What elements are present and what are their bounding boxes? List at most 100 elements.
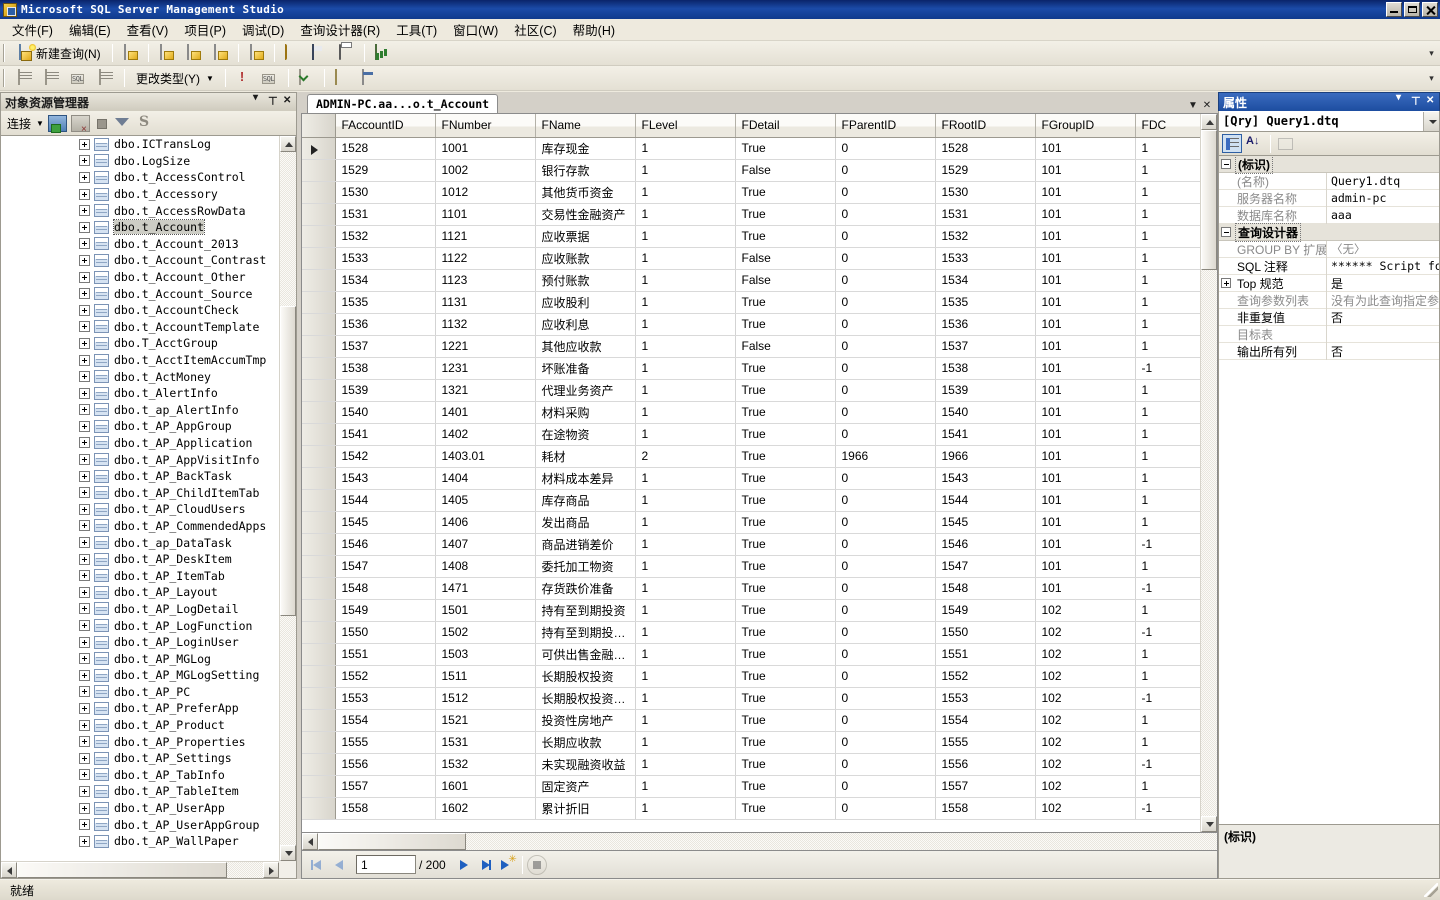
table-cell[interactable]: 0 [835,753,936,776]
menu-edit[interactable]: 编辑(E) [61,17,119,42]
table-cell[interactable]: True [735,291,836,314]
tab-list-chevron-down-icon[interactable]: ▼ [1186,100,1200,111]
menu-community[interactable]: 社区(C) [506,17,564,42]
toolbar-grip[interactable] [3,44,9,62]
tree-node[interactable]: dbo.t_Account_Source [1,285,279,302]
table-cell[interactable]: 1 [635,665,736,688]
table-cell[interactable]: 0 [835,797,936,820]
grid-horizontal-scrollbar[interactable] [301,833,1218,851]
table-cell[interactable]: 1544 [335,489,436,512]
next-record-button[interactable] [452,854,474,876]
new-mdx-query-button[interactable] [154,43,179,64]
tree-node[interactable]: dbo.t_AP_Product [1,717,279,734]
table-cell[interactable]: 1231 [435,357,536,380]
table-cell[interactable]: 1101 [435,203,536,226]
table-cell[interactable]: 可供出售金融… [535,643,636,666]
table-cell[interactable]: 102 [1035,599,1136,622]
table-cell[interactable]: 101 [1035,247,1136,270]
table-row[interactable]: 1555 1531 长期应收款 1 True 0 1555 102 1 [302,731,1200,754]
property-row[interactable]: SQL 注释****** Script for S [1219,257,1439,275]
table-cell[interactable]: 1 [635,401,736,424]
table-cell[interactable]: 1 [635,643,736,666]
show-sql-pane-button[interactable]: SQL [67,68,92,89]
tree-node[interactable]: dbo.t_AP_Application [1,435,279,452]
row-selector[interactable] [302,137,336,160]
property-category[interactable]: 查询设计器 [1219,222,1439,242]
table-cell[interactable]: 101 [1035,225,1136,248]
show-criteria-pane-button[interactable] [40,68,65,89]
tree-node[interactable]: dbo.t_Account_Contrast [1,252,279,269]
table-cell[interactable]: 101 [1035,137,1136,160]
table-cell[interactable]: 1 [635,159,736,182]
table-cell[interactable]: 1549 [335,599,436,622]
scroll-left-icon[interactable] [1,862,17,878]
tree-node[interactable]: dbo.T_AcctGroup [1,335,279,352]
table-cell[interactable]: 在途物资 [535,423,636,446]
table-cell[interactable]: 1536 [935,313,1036,336]
table-cell[interactable]: True [735,577,836,600]
print-button[interactable] [334,43,359,64]
row-selector[interactable] [302,577,336,600]
table-cell[interactable]: 101 [1035,181,1136,204]
expand-plus-icon[interactable] [79,288,90,300]
tree-node[interactable]: dbo.t_AP_UserApp [1,800,279,817]
table-cell[interactable]: 其他货币资金 [535,181,636,204]
verify-sql-syntax-button[interactable]: SQL [258,68,283,89]
table-cell[interactable]: 1132 [435,313,536,336]
row-selector[interactable] [302,797,336,820]
tree-node[interactable]: dbo.t_AP_LoginUser [1,634,279,651]
table-row[interactable]: 1550 1502 持有至到期投… 1 True 0 1550 102 -1 [302,621,1200,644]
close-icon[interactable] [1423,95,1437,109]
tree-node[interactable]: dbo.t_AP_TableItem [1,783,279,800]
property-value[interactable]: 是 [1327,275,1439,292]
table-cell[interactable]: 1321 [435,379,536,402]
table-cell[interactable]: 坏账准备 [535,357,636,380]
stop-button[interactable] [526,854,547,875]
table-row[interactable]: 1553 1512 长期股权投资… 1 True 0 1553 102 -1 [302,687,1200,710]
chevron-down-icon[interactable] [1393,92,1407,109]
table-cell[interactable]: 0 [835,269,936,292]
grid-scroll-left-icon[interactable] [302,833,318,850]
activity-monitor-button[interactable] [370,43,395,64]
table-cell[interactable]: 0 [835,687,936,710]
grid-hscroll-thumb[interactable] [318,833,466,850]
row-selector[interactable] [302,181,336,204]
menu-help[interactable]: 帮助(H) [565,17,623,42]
table-cell[interactable]: 1552 [935,665,1036,688]
table-cell[interactable]: False [735,269,836,292]
table-cell[interactable]: 1556 [335,753,436,776]
table-cell[interactable]: 存货跌价准备 [535,577,636,600]
table-row[interactable]: 1551 1503 可供出售金融… 1 True 0 1551 102 1 [302,643,1200,666]
table-cell[interactable]: 1002 [435,159,536,182]
column-header-fgroupid[interactable]: FGroupID [1035,114,1136,138]
table-cell[interactable]: 102 [1035,797,1136,820]
table-cell[interactable]: 材料成本差异 [535,467,636,490]
table-cell[interactable]: True [735,599,836,622]
table-cell[interactable]: 1 [1135,423,1200,446]
expand-plus-icon[interactable] [79,155,90,167]
table-cell[interactable]: 应收利息 [535,313,636,336]
table-cell[interactable]: 耗材 [535,445,636,468]
toolbar-overflow-icon[interactable] [1426,48,1437,59]
table-cell[interactable]: 101 [1035,533,1136,556]
scroll-up-icon[interactable] [280,136,296,152]
chevron-down-icon[interactable] [250,92,264,109]
table-cell[interactable]: 应收票据 [535,225,636,248]
expand-plus-icon[interactable] [79,702,90,714]
table-cell[interactable]: 0 [835,357,936,380]
properties-grid[interactable]: (标识) (名称) Query1.dtq 服务器名称 admin-pc 数据库名称 aaa 查… [1218,155,1440,825]
object-explorer-tree[interactable]: dbo.ICTransLog dbo.LogSize dbo.t_AccessCon… [0,135,297,879]
table-cell[interactable]: True [735,753,836,776]
table-cell[interactable]: 101 [1035,203,1136,226]
table-cell[interactable]: 应收账款 [535,247,636,270]
table-cell[interactable]: 1534 [935,269,1036,292]
table-cell[interactable]: 1 [1135,159,1200,182]
table-cell[interactable]: 1 [635,731,736,754]
table-cell[interactable]: 101 [1035,159,1136,182]
tree-node[interactable]: dbo.t_AccountTemplate [1,319,279,336]
minimize-icon[interactable] [1386,2,1402,17]
table-cell[interactable]: 1550 [335,621,436,644]
table-cell[interactable]: 1 [1135,225,1200,248]
property-value[interactable]: ****** Script for S [1327,259,1439,273]
expand-plus-icon[interactable] [79,221,90,233]
